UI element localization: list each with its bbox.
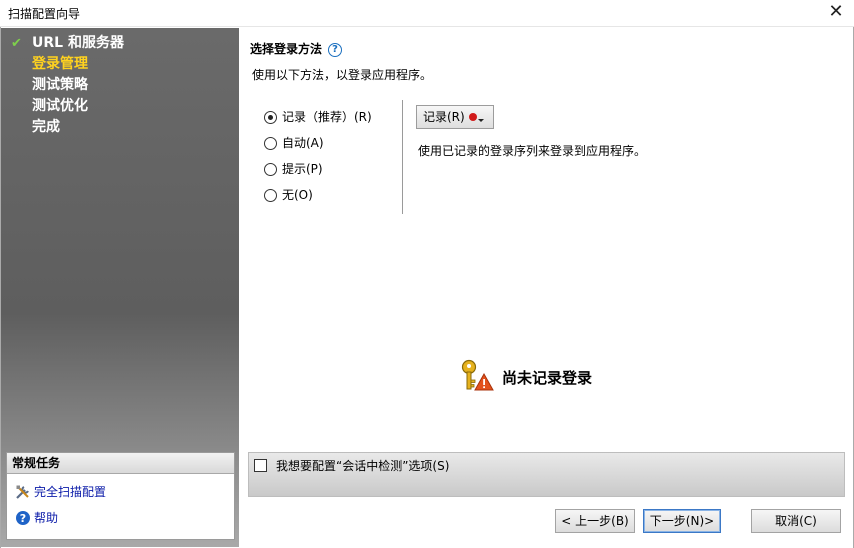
tools-icon [15,484,31,500]
page-title-text: 选择登录方法 [250,42,323,56]
close-icon[interactable]: ✕ [826,2,846,22]
step-label: 登录管理 [32,56,88,72]
next-button[interactable]: 下一步(N)> [643,509,721,533]
task-help[interactable]: ? 帮助 [15,509,58,527]
wizard-steps: ✔ URL 和服务器 登录管理 测试策略 测试优化 完成 [11,34,124,139]
step-test-optimization: 测试优化 [11,97,124,118]
page-title: 选择登录方法? [250,40,343,57]
window-title: 扫描配置向导 [8,7,81,21]
step-complete: 完成 [11,118,124,139]
task-label: 完全扫描配置 [34,485,107,499]
cancel-button[interactable]: 取消(C) [751,509,841,533]
tasks-header: 常规任务 [7,453,234,474]
step-label: 测试优化 [32,98,88,114]
session-detection-label[interactable]: 我想要配置“会话中检测”选项(S) [276,457,449,474]
step-test-policy: 测试策略 [11,76,124,97]
option-prompt[interactable]: 提示(P) [264,160,372,186]
record-description: 使用已记录的登录序列来登录到应用程序。 [418,144,647,158]
key-warning-icon [460,359,496,393]
step-label: 测试策略 [32,77,88,93]
session-detection-bar: 我想要配置“会话中检测”选项(S) [248,452,845,497]
task-full-scan-config[interactable]: 完全扫描配置 [15,483,106,501]
radio-auto[interactable] [264,137,277,150]
checkmark-icon: ✔ [11,36,22,51]
chevron-down-icon [477,119,484,122]
radio-none[interactable] [264,189,277,202]
option-label: 提示(P) [282,162,323,176]
login-method-options: 记录（推荐）(R) 自动(A) 提示(P) 无(O) [264,108,372,212]
step-login-management: 登录管理 [11,55,124,76]
help-icon[interactable]: ? [328,42,343,57]
record-button[interactable]: 记录(R) [416,105,494,129]
option-label: 自动(A) [282,136,324,150]
page-subtitle: 使用以下方法，以登录应用程序。 [252,68,433,82]
title-bar: 扫描配置向导 ✕ [0,0,854,27]
svg-text:?: ? [20,512,26,525]
session-detection-checkbox[interactable] [254,459,267,472]
common-tasks-panel: 常规任务 完全扫描配置 ? 帮助 [6,452,235,540]
task-label: 帮助 [34,511,59,525]
step-url-servers: ✔ URL 和服务器 [11,34,124,55]
radio-record[interactable] [264,111,277,124]
help-icon: ? [15,510,31,526]
vertical-divider [402,100,403,214]
option-auto[interactable]: 自动(A) [264,134,372,160]
step-label: URL 和服务器 [32,35,124,51]
back-button[interactable]: < 上一步(B) [555,509,635,533]
wizard-main: 选择登录方法? 使用以下方法，以登录应用程序。 记录（推荐）(R) 自动(A) … [240,28,854,548]
record-dot-icon [468,112,477,121]
record-button-label: 记录(R) [423,110,465,124]
radio-prompt[interactable] [264,163,277,176]
wizard-sidebar: ✔ URL 和服务器 登录管理 测试策略 测试优化 完成 常规任务 完全扫描配置… [1,28,239,547]
option-none[interactable]: 无(O) [264,186,372,212]
option-record[interactable]: 记录（推荐）(R) [264,108,372,134]
status-text: 尚未记录登录 [502,369,593,387]
option-label: 无(O) [282,188,313,202]
step-label: 完成 [32,119,60,135]
option-label: 记录（推荐）(R) [282,110,372,124]
